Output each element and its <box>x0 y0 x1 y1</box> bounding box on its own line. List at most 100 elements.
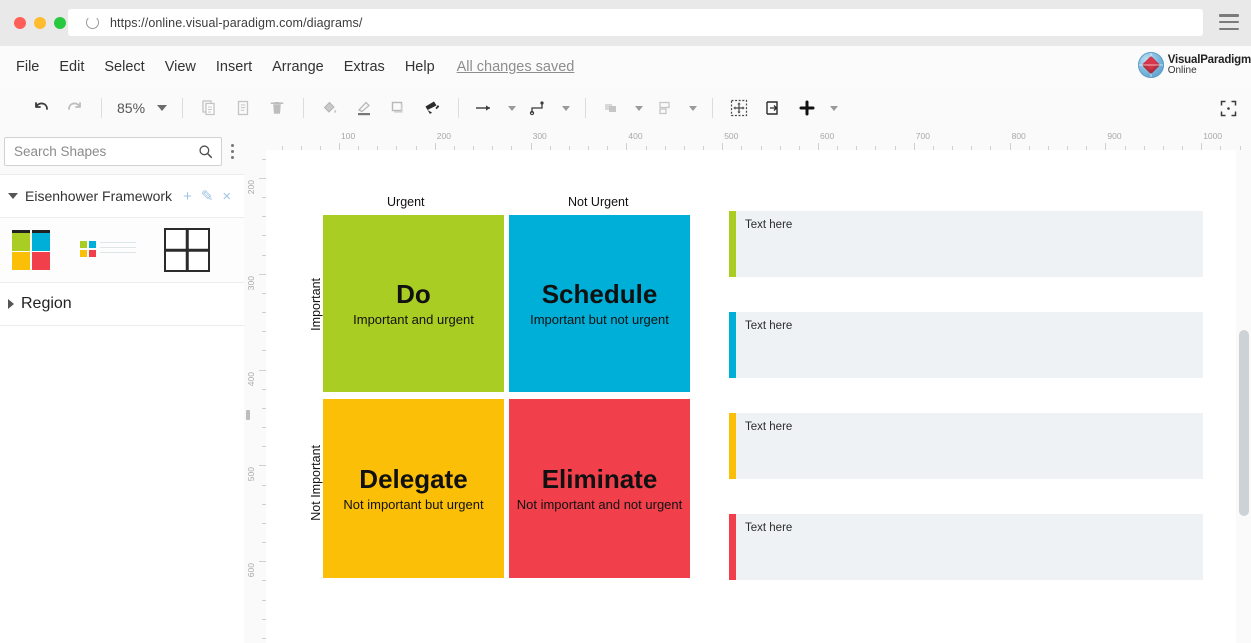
redo-icon <box>68 102 81 110</box>
zoom-level-label[interactable]: 85% <box>111 100 151 116</box>
fit-to-selection-button[interactable] <box>725 94 753 122</box>
brand-name: VisualParadigm <box>1167 53 1251 66</box>
note-accent-bar <box>729 514 736 580</box>
redo-button[interactable] <box>61 94 89 122</box>
arrange-chevron-down-icon[interactable] <box>635 105 644 111</box>
vertical-scrollbar-track[interactable] <box>1236 150 1251 643</box>
application-window: https://online.visual-paradigm.com/diagr… <box>0 0 1251 643</box>
quadrant-eliminate[interactable]: Eliminate Not important and not urgent <box>509 399 690 578</box>
line-style-chevron-down-icon[interactable] <box>508 105 517 111</box>
quadrant-delegate[interactable]: Delegate Not important but urgent <box>323 399 504 578</box>
note-card[interactable]: Text here <box>729 312 1203 378</box>
minimize-window-button[interactable] <box>34 17 46 29</box>
maximize-window-button[interactable] <box>54 17 66 29</box>
shape-thumbnail-matrix-colored[interactable] <box>10 229 52 271</box>
hamburger-menu-icon[interactable] <box>1219 14 1239 30</box>
menu-item-extras[interactable]: Extras <box>334 56 395 78</box>
menu-item-help[interactable]: Help <box>395 56 445 78</box>
note-text[interactable]: Text here <box>736 211 792 231</box>
fit-to-selection-icon <box>730 99 748 117</box>
fill-color-button[interactable] <box>316 94 344 122</box>
vertical-ruler[interactable]: 200 300 400 500 600 <box>244 150 267 643</box>
menu-item-arrange[interactable]: Arrange <box>262 56 334 78</box>
line-color-button[interactable] <box>350 94 378 122</box>
sidebar-group-region[interactable]: Region <box>0 283 244 326</box>
search-input[interactable] <box>5 142 198 160</box>
edit-shape-group-icon[interactable]: ✎ <box>201 189 214 204</box>
ruler-label: 200 <box>246 180 256 195</box>
search-icon[interactable] <box>198 144 213 159</box>
address-bar-url: https://online.visual-paradigm.com/diagr… <box>110 15 363 30</box>
delete-button[interactable] <box>263 94 291 122</box>
note-text[interactable]: Text here <box>736 514 792 534</box>
sidebar-group-eisenhower-framework[interactable]: Eisenhower Framework + ✎ × <box>0 175 244 218</box>
align-icon <box>659 101 670 115</box>
save-status-text[interactable]: All changes saved <box>457 59 575 75</box>
note-card[interactable]: Text here <box>729 413 1203 479</box>
chevron-right-icon[interactable] <box>8 299 14 309</box>
add-shape-button[interactable] <box>793 94 821 122</box>
note-accent-bar <box>729 312 736 378</box>
menu-item-view[interactable]: View <box>155 56 206 78</box>
arrange-button[interactable] <box>598 94 626 122</box>
note-card[interactable]: Text here <box>729 514 1203 580</box>
zoom-dropdown-chevron-down-icon[interactable] <box>157 105 168 111</box>
menu-item-select[interactable]: Select <box>94 56 154 78</box>
ruler-label: 700 <box>915 131 930 141</box>
globe-icon <box>1137 52 1164 78</box>
shadow-button[interactable] <box>384 94 412 122</box>
reload-icon[interactable] <box>86 16 99 29</box>
ruler-tick <box>259 369 266 371</box>
ruler-label: 500 <box>724 131 739 141</box>
brand-edition: Online <box>1167 64 1197 76</box>
insert-column-button[interactable] <box>759 94 787 122</box>
menu-item-insert[interactable]: Insert <box>206 56 262 78</box>
quadrant-title: Schedule <box>541 278 658 309</box>
chevron-down-icon[interactable] <box>8 193 18 199</box>
column-header-urgent: Urgent <box>387 195 425 209</box>
ruler-tick <box>530 143 532 150</box>
connector-style-chevron-down-icon[interactable] <box>562 105 571 111</box>
horizontal-ruler[interactable]: 100 200 300 400 500 600 700 800 900 1000 <box>266 128 1251 151</box>
quadrant-subtitle: Not important but urgent <box>343 497 484 513</box>
search-input-wrapper[interactable] <box>4 136 222 166</box>
vertical-scrollbar-thumb[interactable] <box>1239 330 1249 516</box>
note-card[interactable]: Text here <box>729 211 1203 277</box>
ruler-tick <box>1105 143 1107 150</box>
fullscreen-button[interactable] <box>1220 100 1237 117</box>
close-window-button[interactable] <box>14 17 26 29</box>
menu-item-edit[interactable]: Edit <box>49 56 94 78</box>
paste-button[interactable] <box>229 94 257 122</box>
ruler-tick <box>626 143 628 150</box>
connector-style-button[interactable] <box>525 94 553 122</box>
menu-item-file[interactable]: File <box>6 56 49 78</box>
diagram-canvas[interactable]: Urgent Not Urgent Important Not Importan… <box>266 150 1251 643</box>
ruler-tick <box>913 143 915 150</box>
panel-resize-handle[interactable] <box>246 410 250 420</box>
align-button[interactable] <box>652 94 680 122</box>
note-text[interactable]: Text here <box>736 413 792 433</box>
note-text[interactable]: Text here <box>736 312 792 332</box>
ruler-label: 600 <box>820 131 835 141</box>
shape-panel-options-icon[interactable] <box>224 143 240 159</box>
align-chevron-down-icon[interactable] <box>689 105 698 111</box>
toolbar-separator <box>585 98 587 118</box>
line-style-button[interactable] <box>471 94 499 122</box>
remove-shape-group-icon[interactable]: × <box>222 189 231 204</box>
shape-thumbnail-matrix-legend[interactable] <box>78 235 138 265</box>
shape-thumbnail-matrix-outline[interactable] <box>164 228 210 272</box>
copy-button[interactable] <box>195 94 223 122</box>
address-bar[interactable]: https://online.visual-paradigm.com/diagr… <box>68 9 1203 36</box>
undo-button[interactable] <box>27 94 55 122</box>
shadow-icon <box>391 101 403 113</box>
add-shape-group-icon[interactable]: + <box>183 189 192 204</box>
ruler-tick <box>339 143 340 150</box>
quadrant-do[interactable]: Do Important and urgent <box>323 215 504 392</box>
ruler-label: 900 <box>1107 131 1122 141</box>
add-shape-chevron-down-icon[interactable] <box>830 105 839 111</box>
insert-column-icon <box>766 101 778 115</box>
ruler-tick <box>434 143 436 150</box>
row-header-important: Important <box>309 278 323 331</box>
format-painter-button[interactable] <box>418 94 446 122</box>
quadrant-schedule[interactable]: Schedule Important but not urgent <box>509 215 690 392</box>
